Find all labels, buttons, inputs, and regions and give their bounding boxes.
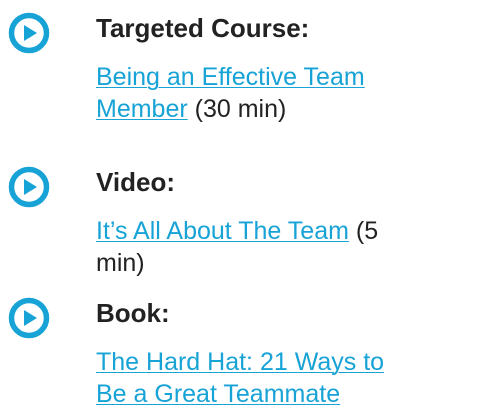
resource-type-title: Targeted Course: (96, 13, 310, 43)
resource-link[interactable]: It’s All About The Team (96, 217, 349, 245)
play-circle-icon[interactable] (8, 166, 50, 208)
resource-description: The Hard Hat: 21 Ways to Be a Great Team… (96, 346, 406, 410)
play-circle-icon[interactable] (8, 12, 50, 54)
resource-duration: (30 min) (187, 95, 287, 123)
play-circle-icon[interactable] (8, 297, 50, 339)
resource-type-title: Video: (96, 167, 175, 197)
resource-description: It’s All About The Team (5 min) (96, 215, 406, 279)
resource-type-title: Book: (96, 298, 170, 328)
resource-description: Being an Effective Team Member (30 min) (96, 61, 406, 125)
resource-link[interactable]: The Hard Hat: 21 Ways to Be a Great Team… (96, 348, 384, 408)
